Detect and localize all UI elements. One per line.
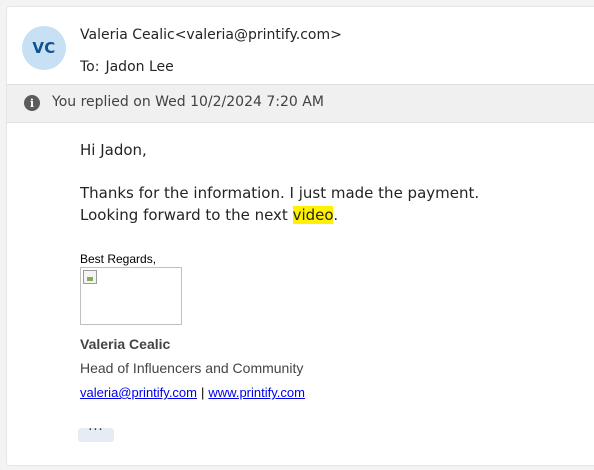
signature-image-placeholder	[80, 267, 182, 325]
body-line-2-text: Looking forward to the next	[80, 206, 293, 224]
reply-info-bar: i You replied on Wed 10/2/2024 7:20 AM	[7, 84, 594, 123]
info-icon: i	[24, 95, 40, 111]
recipient-name[interactable]: Jadon Lee	[105, 59, 173, 75]
body-line-1: Thanks for the information. I just made …	[80, 184, 480, 202]
reply-info-text: You replied on Wed 10/2/2024 7:20 AM	[52, 94, 324, 110]
avatar[interactable]: VC	[22, 26, 66, 70]
broken-image-icon	[83, 270, 97, 284]
signature-name: Valeria Cealic	[80, 336, 171, 352]
to-label: To:	[80, 59, 100, 75]
signature-links: valeria@printify.com | www.printify.com	[80, 385, 305, 400]
recipient-line: To: Jadon Lee	[80, 59, 174, 75]
email-link[interactable]: valeria@printify.com	[80, 385, 197, 400]
greeting: Hi Jadon,	[80, 141, 147, 159]
sender-from[interactable]: Valeria Cealic<valeria@printify.com>	[80, 27, 342, 43]
website-link[interactable]: www.printify.com	[208, 385, 305, 400]
link-separator: |	[201, 385, 205, 400]
signature-title: Head of Influencers and Community	[80, 360, 304, 376]
email-card: VC Valeria Cealic<valeria@printify.com> …	[6, 6, 594, 466]
signature-regards: Best Regards,	[80, 252, 157, 266]
highlighted-word: video	[292, 206, 334, 224]
body-line-2-end: .	[333, 206, 339, 224]
body-line-2: Looking forward to the next video.	[80, 206, 338, 224]
show-more-button[interactable]: ···	[78, 424, 114, 442]
message-header: VC Valeria Cealic<valeria@printify.com> …	[7, 7, 594, 83]
